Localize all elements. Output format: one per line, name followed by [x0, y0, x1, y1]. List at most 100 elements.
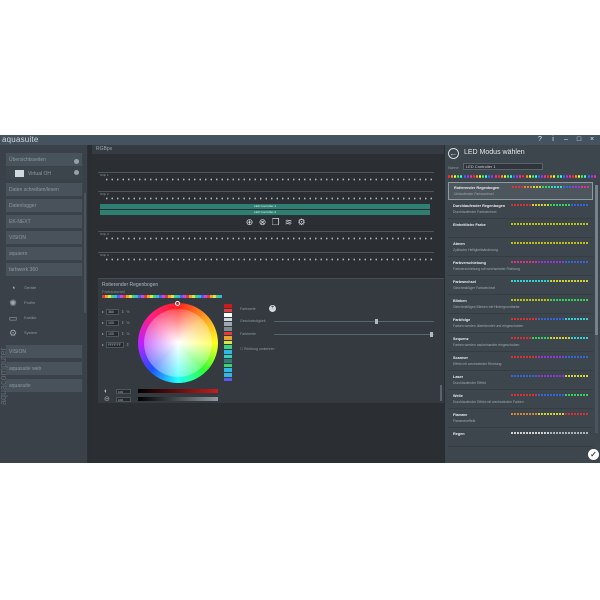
mode-preview-leds	[511, 375, 589, 378]
led-dots	[104, 178, 434, 181]
sidebar-item-aquaero[interactable]: aquaero	[6, 247, 82, 261]
hue-input[interactable]: 360	[106, 308, 120, 315]
led-dot	[529, 223, 531, 225]
value-field[interactable]: ▸ 100 ⇕ %	[102, 330, 130, 337]
led-dot	[583, 299, 585, 301]
saturation-slider[interactable]	[138, 397, 218, 401]
color-wheel[interactable]	[138, 303, 218, 383]
help-icon[interactable]: ?	[536, 135, 544, 145]
led-mode-item[interactable]: Atmen Zyklische Helligkeitsänderung	[448, 239, 593, 257]
mode-list-scroll-thumb[interactable]	[595, 185, 598, 335]
width-slider-track[interactable]	[274, 334, 434, 335]
info-icon[interactable]: i	[549, 135, 557, 145]
hue-field[interactable]: ▸ 360 ⇕ %	[102, 308, 130, 315]
led-dot	[534, 175, 537, 178]
led-dot	[544, 356, 546, 358]
brightness-slider[interactable]	[138, 389, 218, 393]
led-dot	[559, 413, 561, 415]
sidebar-sub-channels[interactable]: ▭ Kanäle	[8, 312, 37, 323]
spinner-icon[interactable]: ⇕	[121, 309, 124, 314]
settings-icon[interactable]: ⚙	[297, 218, 306, 227]
led-mode-item[interactable]: Regen	[448, 429, 593, 447]
lock-icon[interactable]	[74, 159, 79, 164]
sidebar-item-ek-next[interactable]: EK-NEXT	[6, 215, 82, 229]
led-dot	[578, 186, 580, 188]
add-icon[interactable]: ⊕	[245, 218, 254, 227]
sidebar-sub-system[interactable]: ⚙ System	[8, 327, 37, 338]
led-dot	[517, 299, 519, 301]
led-mode-item[interactable]: Sequenz Farben werden nacheinander einges…	[448, 334, 593, 352]
led-dot	[523, 432, 525, 434]
speed-slider-track[interactable]	[274, 321, 434, 322]
led-strip-3[interactable]: Strip 3	[98, 232, 438, 242]
copy-icon[interactable]: ❐	[271, 218, 280, 227]
color-wheel-handle[interactable]	[175, 301, 180, 306]
sidebar-item-aquasuite-web[interactable]: aquasuite web	[6, 362, 82, 376]
controller-bar[interactable]: LED Controller 2	[100, 210, 430, 215]
spinner-icon[interactable]: ⇕	[126, 342, 129, 347]
sidebar-item-overview[interactable]: Übersichtsseiten	[6, 153, 82, 167]
led-dot	[541, 394, 543, 396]
spinner-icon[interactable]: ⇕	[121, 331, 124, 336]
mode-name: Flamme	[453, 413, 468, 417]
led-mode-item[interactable]: Farbwechsel Gleichmäßiger Farbwechsel	[448, 277, 593, 295]
led-dot	[514, 242, 516, 244]
sidebar-item-logger[interactable]: Datenlogger	[6, 199, 82, 213]
color-swatch[interactable]	[224, 377, 232, 383]
led-mode-item[interactable]: Welle Durchlaufender Effekt mit wechselnd…	[448, 391, 593, 409]
brightness-input[interactable]: 100	[116, 389, 131, 394]
speed-slider-handle[interactable]	[375, 319, 378, 324]
led-mode-item[interactable]: Farbverschiebung Farbverschiebung mit wec…	[448, 258, 593, 276]
led-dot	[523, 394, 525, 396]
led-strip-2[interactable]: Strip 2	[98, 192, 438, 202]
sidebar-item-vision[interactable]: VISION	[6, 231, 82, 245]
sidebar-sub-profiles[interactable]: ✺ Profile	[8, 297, 35, 308]
reverse-direction-checkbox[interactable]: ☐ Richtung umkehren	[240, 347, 274, 351]
maximize-icon[interactable]: □	[575, 135, 583, 145]
sidebar-item-virtual-oh[interactable]: Virtual OH	[6, 167, 82, 180]
led-mode-item[interactable]: Rotierender Regenbogen Umlaufender Farbwe…	[448, 182, 593, 200]
led-dot	[580, 318, 582, 320]
saturation-field[interactable]: ▸ 100 ⇕ %	[102, 319, 130, 326]
saturation-input[interactable]: 100	[106, 319, 120, 326]
led-mode-item[interactable]: Scanner Effekt mit wechselnder Richtung	[448, 353, 593, 371]
back-arrow-icon[interactable]: ←	[448, 148, 459, 159]
led-strip-4[interactable]: Strip 4	[98, 253, 438, 263]
remove-icon[interactable]: ⊗	[258, 218, 267, 227]
width-slider-handle[interactable]	[430, 332, 433, 337]
led-mode-item[interactable]: Farbfolge Farben werden überblendet und e…	[448, 315, 593, 333]
sidebar-item-vision-2[interactable]: VISION	[6, 345, 82, 359]
sidebar-sub-devices[interactable]: ◔ Geräte	[8, 282, 36, 293]
minimize-icon[interactable]: –	[562, 135, 570, 145]
spinner-icon[interactable]: ⇕	[121, 320, 124, 325]
main-scrollbar[interactable]	[440, 385, 442, 401]
led-dot	[565, 280, 567, 282]
led-dot	[581, 186, 583, 188]
gear-icon[interactable]	[74, 170, 79, 175]
saturation-input-2[interactable]: 100	[116, 397, 131, 402]
sidebar-item-farbwerk[interactable]: farbwerk 360	[6, 263, 82, 277]
led-mode-item[interactable]: Laser Durchlaufender Effekt	[448, 372, 593, 390]
led-dot	[586, 280, 588, 282]
controller-bar[interactable]: LED Controller 1	[100, 204, 430, 209]
hex-field[interactable]: ▸ FFFFFF ⇕	[102, 341, 129, 348]
sidebar-scrollbar[interactable]	[84, 193, 86, 313]
sidebar-item-data[interactable]: Daten schreiben/lesen	[6, 183, 82, 197]
close-icon[interactable]: ×	[588, 135, 596, 145]
value-input[interactable]: 100	[106, 330, 120, 337]
layers-icon[interactable]: ≋	[284, 218, 293, 227]
led-dot	[583, 337, 585, 339]
color-swatches[interactable]	[224, 304, 232, 383]
confirm-checkmark-icon[interactable]: ✓	[588, 449, 599, 460]
sidebar-item-aquasuite[interactable]: aquasuite	[6, 379, 82, 393]
led-mode-item[interactable]: Flamme Flammeneffekt	[448, 410, 593, 428]
led-mode-item[interactable]: Blinken Gleichmäßiges Blinken mit Hinterg…	[448, 296, 593, 314]
led-dot	[535, 394, 537, 396]
led-mode-item[interactable]: Einheitliche Farbe	[448, 220, 593, 238]
hex-input[interactable]: FFFFFF	[106, 341, 125, 348]
name-input[interactable]: LED Controller 1	[463, 163, 543, 170]
led-strip-1[interactable]: Strip 1	[98, 173, 438, 183]
led-dot	[532, 356, 534, 358]
add-color-button[interactable]: +	[269, 305, 276, 312]
led-mode-item[interactable]: Durchlaufender Regenbogen Durchlaufender …	[448, 201, 593, 219]
